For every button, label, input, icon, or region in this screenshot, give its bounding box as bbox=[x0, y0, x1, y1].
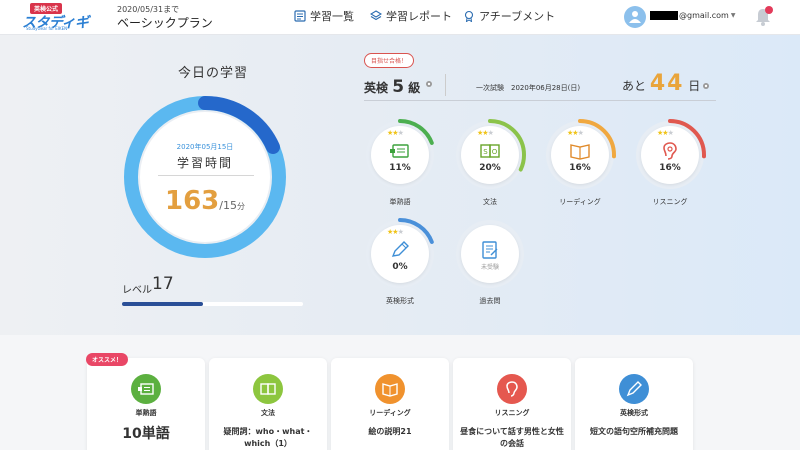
card-category: 単熟語 bbox=[135, 409, 157, 417]
card-category: リーディング bbox=[369, 409, 411, 417]
level-progress-bar bbox=[122, 302, 303, 306]
nav-study-list[interactable]: 学習一覧 bbox=[294, 8, 354, 24]
exam-date: 一次試験 2020年06月28日(日) bbox=[476, 84, 581, 92]
pencil-icon bbox=[390, 241, 410, 259]
grade-prefix: 英検 bbox=[364, 81, 389, 95]
divider bbox=[364, 100, 716, 101]
skill-name: 過去問 bbox=[479, 297, 501, 305]
study-unit: 分 bbox=[236, 202, 245, 211]
star-rating: ★★★ bbox=[657, 129, 674, 137]
grade-number: 5 bbox=[392, 77, 405, 97]
level-progress-fill bbox=[122, 302, 204, 306]
skill-name: 英検形式 bbox=[386, 297, 414, 305]
remain-suffix: 日 bbox=[688, 79, 701, 93]
nav-label: アチーブメント bbox=[479, 10, 556, 23]
target-badge: 目指せ合格！ bbox=[364, 53, 415, 68]
open-book-icon bbox=[570, 142, 590, 160]
skill-percent: 0% bbox=[392, 262, 408, 272]
medal-icon bbox=[464, 10, 474, 22]
recommend-card-2[interactable]: 文法疑問詞：who・what・which（1） bbox=[209, 358, 327, 450]
card-category: リスニング bbox=[494, 409, 530, 417]
recommend-card-1[interactable]: 単熟語 10単語 bbox=[87, 358, 205, 450]
level-label: レベル bbox=[122, 285, 152, 296]
remain-prefix: あと bbox=[622, 79, 647, 93]
recommend-card-5[interactable]: 英検形式短文の語句空所補充問題 bbox=[575, 358, 693, 450]
target-grade: 英検 5 級 bbox=[364, 77, 420, 97]
exam-sheet-icon bbox=[480, 241, 500, 259]
grammar-cards-icon bbox=[253, 374, 283, 404]
card-description: 絵の説明21 bbox=[368, 427, 412, 436]
study-time-value: 163/15分 bbox=[140, 186, 270, 216]
grammar-cards-icon: SO bbox=[480, 142, 500, 160]
card-category: 英検形式 bbox=[620, 409, 648, 417]
skill-percent: 20% bbox=[479, 163, 501, 173]
account-menu[interactable]: @gmail.com ▼ bbox=[650, 11, 735, 20]
recommend-badge: オススメ！ bbox=[86, 353, 129, 366]
avatar[interactable] bbox=[624, 6, 646, 28]
plan-name: ベーシックプラン bbox=[117, 16, 213, 30]
star-rating: ★★★ bbox=[567, 129, 584, 137]
ear-icon bbox=[497, 374, 527, 404]
gear-icon[interactable] bbox=[702, 82, 710, 90]
nav-label: 学習一覧 bbox=[310, 10, 354, 23]
skill-percent: 11% bbox=[389, 163, 411, 173]
nav-label: 学習レポート bbox=[386, 10, 452, 23]
star-rating: ★★★ bbox=[477, 129, 494, 137]
study-date: 2020年05月15日 bbox=[176, 143, 234, 151]
top-header: 英検公式 スタディギア StudyGear for EIKEN 2020/05/… bbox=[0, 0, 800, 51]
chevron-down-icon: ▼ bbox=[730, 12, 736, 19]
card-category: 文法 bbox=[261, 409, 275, 417]
book-list-icon bbox=[294, 10, 306, 22]
email-suffix: @gmail.com bbox=[679, 11, 729, 20]
skill-name: リーディング bbox=[559, 198, 601, 206]
study-minutes: 163 bbox=[165, 186, 220, 216]
app-logo[interactable]: 英検公式 スタディギア StudyGear for EIKEN bbox=[22, 3, 100, 51]
card-description: 短文の語句空所補充問題 bbox=[590, 427, 678, 436]
ear-icon bbox=[660, 142, 680, 160]
notification-dot bbox=[765, 6, 773, 14]
study-goal: /15 bbox=[219, 199, 237, 212]
ring-center bbox=[140, 112, 270, 242]
level-value: 17 bbox=[152, 274, 174, 294]
redacted-email bbox=[650, 11, 678, 20]
layers-icon bbox=[370, 10, 382, 21]
nav-achievement[interactable]: アチーブメント bbox=[463, 8, 555, 24]
vocabulary-card-icon bbox=[131, 374, 161, 404]
days-remaining: あと 44 日 bbox=[622, 71, 700, 96]
card-description: 疑問詞：who・what・which（1） bbox=[223, 427, 313, 448]
card-description: 10単語 bbox=[122, 426, 170, 442]
logo-subtext: StudyGear for EIKEN bbox=[26, 26, 68, 31]
skill-percent: 未受験 bbox=[480, 264, 499, 271]
recommend-card-4[interactable]: リスニング昼食について話す男性と女性の会話 bbox=[453, 358, 571, 450]
svg-text:S: S bbox=[483, 148, 488, 156]
skill-name: 文法 bbox=[483, 198, 497, 206]
divider bbox=[158, 175, 254, 176]
card-description: 昼食について話す男性と女性の会話 bbox=[460, 427, 564, 448]
skill-percent: 16% bbox=[659, 163, 681, 173]
grade-suffix: 級 bbox=[408, 81, 421, 95]
recommend-card-3[interactable]: リーディング 絵の説明21 bbox=[331, 358, 449, 450]
nav-study-report[interactable]: 学習レポート bbox=[370, 8, 452, 24]
gear-icon[interactable] bbox=[425, 80, 433, 88]
vocabulary-card-icon bbox=[390, 142, 410, 160]
divider bbox=[445, 74, 446, 96]
remain-days: 44 bbox=[649, 71, 685, 96]
skill-name: 単熟語 bbox=[389, 198, 411, 206]
svg-text:O: O bbox=[492, 148, 498, 156]
today-study-title: 今日の学習 bbox=[178, 66, 249, 81]
user-icon bbox=[629, 11, 641, 23]
pencil-icon bbox=[619, 374, 649, 404]
skill-percent: 16% bbox=[569, 163, 591, 173]
open-book-icon bbox=[375, 374, 405, 404]
star-rating: ★★★ bbox=[387, 228, 404, 236]
star-rating: ★★★ bbox=[387, 129, 404, 137]
study-time-label: 学習時間 bbox=[176, 156, 233, 170]
skill-name: リスニング bbox=[652, 198, 688, 206]
